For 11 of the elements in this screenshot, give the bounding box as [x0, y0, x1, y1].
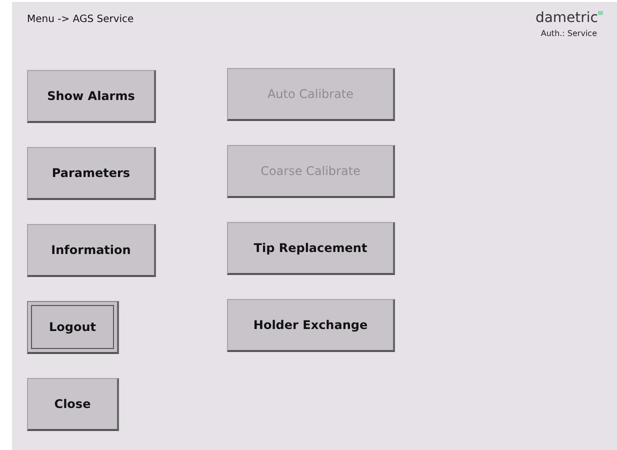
breadcrumb: Menu -> AGS Service — [27, 14, 134, 25]
menu-button[interactable]: Parameters — [27, 147, 156, 200]
menu-button[interactable]: Information — [27, 224, 156, 277]
menu-button[interactable]: Close — [27, 378, 119, 431]
menu-button[interactable]: Show Alarms — [27, 70, 156, 123]
auth-label: Auth.: Service — [540, 29, 597, 38]
menu-button[interactable]: Tip Replacement — [227, 222, 395, 275]
menu-button[interactable]: Logout — [27, 301, 119, 354]
logo: dametric — [535, 10, 598, 26]
logo-mark-icon — [598, 11, 603, 15]
menu-button[interactable]: Holder Exchange — [227, 299, 395, 352]
